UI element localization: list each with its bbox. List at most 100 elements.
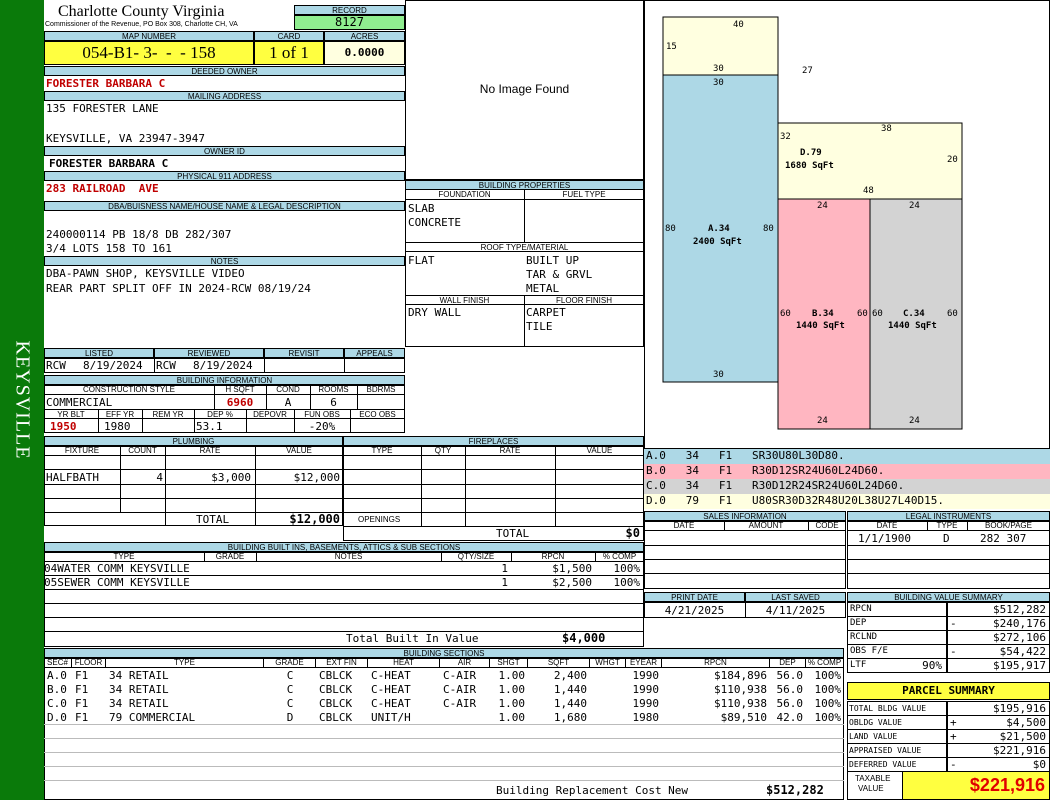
plumbing-rate: $3,000 bbox=[211, 471, 251, 484]
card-number: 1 of 1 bbox=[254, 41, 324, 65]
sketch-label-16: 80 bbox=[763, 224, 774, 234]
sketch-label-15: 2400 SqFt bbox=[693, 237, 742, 247]
plumbing-count: 4 bbox=[156, 471, 163, 484]
bvs-sign-3: - bbox=[950, 645, 957, 658]
call-row-1: B.0 34 F1 R30D12SR24U60L24D60. bbox=[644, 464, 1050, 479]
section-row-1-col-1: F1 bbox=[75, 683, 89, 696]
dep-value: 53.1 bbox=[196, 420, 223, 433]
section-row-2-col-3: C bbox=[286, 697, 294, 710]
floor-finish-header: FLOOR FINISH bbox=[524, 295, 644, 305]
section-row-1-col-10: 1990 bbox=[632, 683, 660, 696]
funobs-value: -20% bbox=[308, 420, 336, 433]
bi-total-label: Total Built In Value bbox=[346, 632, 479, 645]
commissioner-text: Commissioner of the Revenue, PO Box 308,… bbox=[45, 21, 238, 28]
sketch-label-27: 24 bbox=[909, 416, 920, 426]
section-row-2-col-4: CBLCK bbox=[319, 697, 353, 710]
section-row-3-col-13: 100% bbox=[814, 711, 842, 724]
bvs-key-4: LTF bbox=[850, 660, 867, 670]
acres-header: ACRES bbox=[324, 31, 405, 41]
bi-row-1-qty: 1 bbox=[501, 562, 508, 575]
plumbing-value: $12,000 bbox=[293, 471, 340, 484]
section-row-1-col-2: 34 RETAIL bbox=[109, 683, 169, 696]
bi-comp-header: % COMP bbox=[595, 552, 644, 562]
li-type: D bbox=[943, 532, 950, 545]
bi-row-2-qty: 1 bbox=[501, 576, 508, 589]
section-row-3-col-8: 1,680 bbox=[553, 711, 587, 724]
sketch-label-1: 15 bbox=[666, 42, 677, 52]
section-row-3-col-4: CBLCK bbox=[319, 711, 353, 724]
section-row-0-col-1: F1 bbox=[75, 669, 89, 682]
sections-header-11: RPCN bbox=[662, 658, 770, 668]
bvs-header: BUILDING VALUE SUMMARY bbox=[847, 592, 1050, 602]
last-saved-date: 4/11/2025 bbox=[765, 604, 826, 617]
owner-id: FORESTER BARBARA C bbox=[49, 157, 169, 170]
bi-qty-header: QTY/SIZE bbox=[441, 552, 511, 562]
section-row-0-col-12: 56.0 bbox=[776, 669, 804, 682]
floor-finish-1: CARPET bbox=[526, 306, 566, 319]
brcn-label: Building Replacement Cost New bbox=[496, 784, 689, 797]
building-info-header: BUILDING INFORMATION bbox=[44, 375, 405, 385]
sketch-label-12: 24 bbox=[909, 201, 920, 211]
fp-rate-header: RATE bbox=[465, 446, 555, 456]
listed-date: 8/19/2024 bbox=[83, 359, 143, 372]
section-row-1-col-4: CBLCK bbox=[319, 683, 353, 696]
builtins-header: BUILDING BUILT INS, BASEMENTS, ATTICS & … bbox=[44, 542, 644, 552]
parcel-sign-4: - bbox=[950, 758, 957, 771]
plumbing-fixture: HALFBATH bbox=[46, 471, 99, 484]
section-row-2-col-6: C-AIR bbox=[443, 697, 477, 710]
bi-rpcn-header: RPCN bbox=[511, 552, 595, 562]
parcel-val-0: $195,916 bbox=[993, 702, 1046, 715]
parcel-val-1: $4,500 bbox=[1006, 716, 1046, 729]
deeded-owner-header: DEEDED OWNER bbox=[44, 66, 405, 76]
owner-id-header: OWNER ID bbox=[44, 146, 405, 156]
section-row-2-col-12: 56.0 bbox=[776, 697, 804, 710]
foundation-1: SLAB bbox=[408, 202, 435, 215]
sketch-label-26: 24 bbox=[817, 416, 828, 426]
sketch-label-21: C.34 bbox=[903, 309, 925, 319]
physical-address-header: PHYSICAL 911 ADDRESS bbox=[44, 171, 405, 181]
section-row-0-col-10: 1990 bbox=[632, 669, 660, 682]
section-row-1-col-5: C-HEAT bbox=[371, 683, 411, 696]
section-row-3-col-12: 42.0 bbox=[776, 711, 804, 724]
taxable-value: $221,916 bbox=[902, 771, 1050, 800]
last-saved-header: LAST SAVED bbox=[745, 592, 846, 602]
sketch-label-20: 60 bbox=[872, 309, 883, 319]
parcel-summary-header: PARCEL SUMMARY bbox=[847, 682, 1050, 700]
sketch-label-8: 1680 SqFt bbox=[785, 161, 834, 171]
plumbing-header: PLUMBING bbox=[44, 436, 343, 446]
call-row-2: C.0 34 F1 R30D12R24SR24U60L24D60. bbox=[644, 479, 1050, 494]
print-date: 4/21/2025 bbox=[664, 604, 725, 617]
sketch-label-11: 24 bbox=[817, 201, 828, 211]
fp-total-label: TOTAL bbox=[496, 527, 530, 540]
section-row-1-col-11: $110,938 bbox=[714, 683, 767, 696]
mailing-address-1: 135 FORESTER LANE bbox=[46, 102, 159, 115]
sections-header-12: DEP bbox=[770, 658, 806, 668]
brcn-value: $512,282 bbox=[766, 783, 824, 797]
reviewed-by: RCW bbox=[156, 359, 176, 372]
sketch-label-7: D.79 bbox=[800, 148, 822, 158]
bi-row-1-comp: 100% bbox=[613, 562, 641, 575]
section-row-2-col-7: 1.00 bbox=[498, 697, 526, 710]
record-value: 8127 bbox=[294, 15, 405, 30]
fixture-header: FIXTURE bbox=[44, 446, 120, 456]
section-row-3-col-10: 1980 bbox=[632, 711, 660, 724]
listed-header: LISTED bbox=[44, 348, 154, 358]
section-row-1-col-8: 1,440 bbox=[553, 683, 587, 696]
sketch-label-19: 60 bbox=[857, 309, 868, 319]
sections-header-6: AIR bbox=[440, 658, 490, 668]
section-row-2-col-11: $110,938 bbox=[714, 697, 767, 710]
legal-instruments-header: LEGAL INSTRUMENTS bbox=[847, 511, 1050, 521]
fp-total: $0 bbox=[625, 526, 640, 540]
call-row-0: A.0 34 F1 SR30U80L30D80. bbox=[644, 449, 1050, 464]
section-row-0-col-5: C-HEAT bbox=[371, 669, 411, 682]
parcel-sign-1: + bbox=[950, 716, 957, 729]
mailing-address-2: KEYSVILLE, VA 23947-3947 bbox=[46, 132, 205, 145]
bi-row-2-comp: 100% bbox=[613, 576, 641, 589]
legal-line-2: 3/4 LOTS 158 TO 161 bbox=[46, 242, 172, 255]
sketch-label-0: 40 bbox=[733, 20, 744, 30]
bi-row-2-rpcn: $2,500 bbox=[552, 576, 592, 589]
bvs-key-1: DEP bbox=[850, 618, 867, 628]
parcel-val-4: $0 bbox=[1032, 758, 1046, 771]
county-title: Charlotte County Virginia bbox=[58, 3, 225, 20]
sketch-label-9: 20 bbox=[947, 155, 958, 165]
